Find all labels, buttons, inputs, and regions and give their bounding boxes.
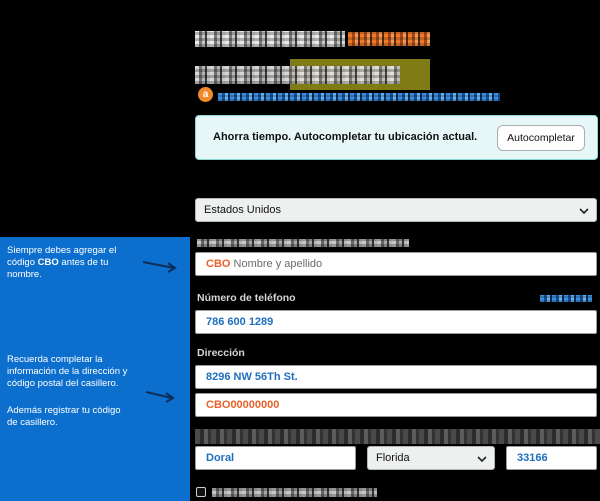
arrow-to-address-fields xyxy=(145,391,175,403)
arrow-to-name-field xyxy=(142,261,177,273)
page: a Ahorra tiempo. Autocompletar tu ubicac… xyxy=(0,0,600,501)
pointer-arrows xyxy=(142,261,177,403)
